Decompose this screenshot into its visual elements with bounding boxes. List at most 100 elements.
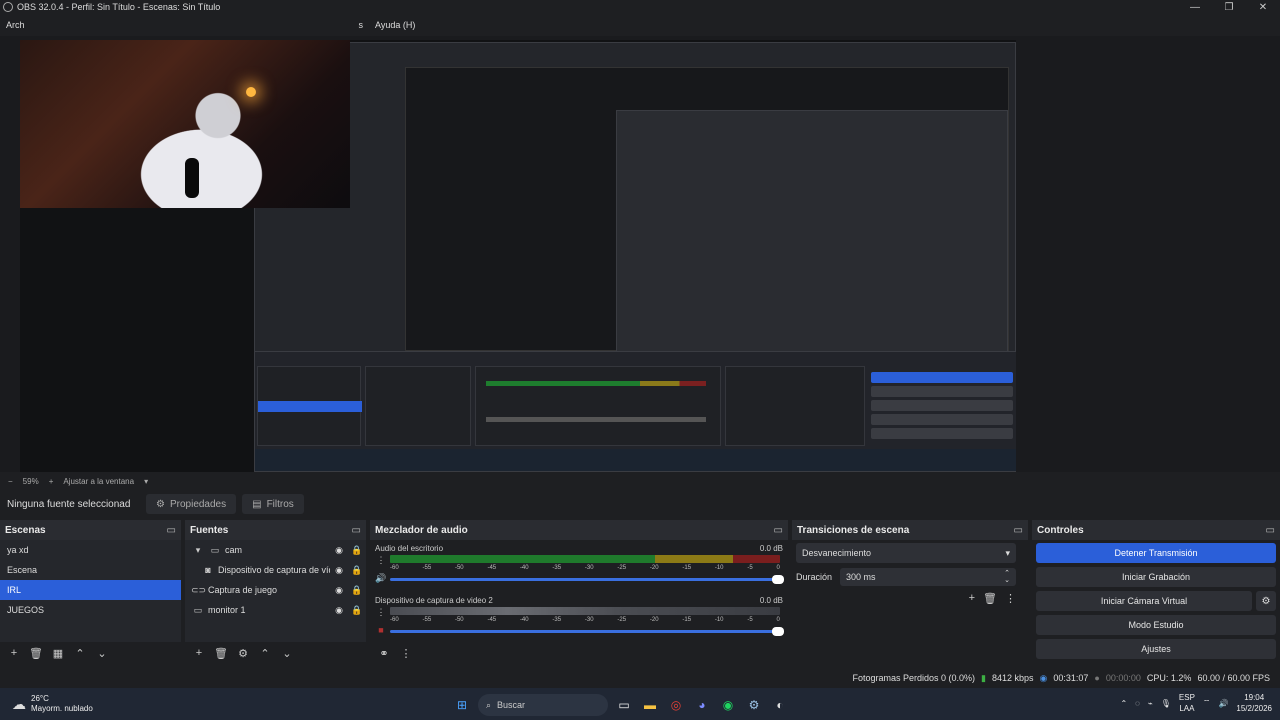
meter-tick: -25 [617,617,627,623]
sources-list: ▾ ▭ cam ◉ 🔒 ◙ Dispositivo de captura de … [185,540,366,642]
kebab-menu-icon[interactable]: ⋮ [375,607,387,618]
lock-icon[interactable]: 🔒 [348,605,366,616]
kebab-menu-icon[interactable]: ⋮ [375,555,387,566]
obs-icon[interactable]: ◐ [770,695,790,715]
dock-menu-icon[interactable]: ▭ [1014,525,1023,536]
chrome-icon[interactable]: ◎ [666,695,686,715]
dock-menu-icon[interactable]: ▭ [167,525,176,536]
clock[interactable]: 19:04 15/2/2026 [1236,692,1272,714]
transitions-title: Transiciones de escena [797,524,910,536]
network-icon[interactable]: ⌁ [1148,699,1153,708]
source-item[interactable]: ◙ Dispositivo de captura de víd ◉ 🔒 [185,560,366,580]
scene-item[interactable]: Escena [0,560,181,580]
scene-item[interactable]: ya xd [0,540,181,560]
transition-select[interactable]: Desvanecimiento ▾ [796,543,1016,563]
mute-icon[interactable]: ■ [375,625,387,635]
transition-tools: + 🗑 ⋮ [969,592,1016,605]
dock-menu-icon[interactable]: ▭ [352,525,361,536]
trash-icon[interactable]: 🗑 [27,647,45,660]
volume-slider[interactable] [390,575,784,584]
lock-icon[interactable]: 🔒 [348,545,366,556]
eye-icon[interactable]: ◉ [330,585,348,596]
meter-tick: -45 [487,617,497,623]
properties-button[interactable]: ⚙ Propiedades [146,494,237,514]
meter-tick: -55 [422,565,432,571]
taskbar-search[interactable]: ⌕ Buscar [478,694,608,716]
studio-mode-button[interactable]: Modo Estudio [1036,615,1276,635]
dock-menu-icon[interactable]: ▭ [1266,525,1275,536]
preview-area[interactable] [0,36,1280,472]
add-transition-button[interactable]: + [969,592,975,605]
start-recording-button[interactable]: Iniciar Grabación [1036,567,1276,587]
eye-icon[interactable]: ◉ [330,605,348,616]
task-view-icon[interactable]: ▭ [614,695,634,715]
menu-help[interactable]: Ayuda (H) [369,20,421,30]
filter-icon[interactable]: ▦ [49,647,67,660]
move-up-icon[interactable]: ⌃ [256,647,274,660]
zoom-in-button[interactable]: + [49,477,54,486]
source-label: Dispositivo de captura de víd [218,565,330,575]
fit-label[interactable]: Ajustar a la ventana [63,477,134,486]
preview-canvas[interactable] [20,40,1016,472]
eye-icon[interactable]: ◉ [330,565,348,576]
move-down-icon[interactable]: ⌄ [278,647,296,660]
microphone-icon[interactable]: 🎙 [1161,699,1171,708]
source-item[interactable]: ▭ monitor 1 ◉ 🔒 [185,600,366,620]
menu-file[interactable]: Arch [0,20,31,30]
microphone-shape [185,158,199,198]
dock-menu-icon[interactable]: ▭ [774,525,783,536]
tray-app-icon[interactable]: ◌ [1135,699,1140,708]
language-indicator[interactable]: ESP LAA [1179,692,1195,714]
transitions-header: Transiciones de escena ▭ [792,520,1028,540]
properties-label: Propiedades [169,498,227,510]
settings-button[interactable]: Ajustes [1036,639,1276,659]
source-label: cam [225,545,243,555]
discord-icon[interactable]: ◕ [692,695,712,715]
scene-item[interactable]: JUEGOS [0,600,181,620]
meter-tick: -40 [519,617,529,623]
spin-arrows-icon[interactable]: ⌃ ⌄ [1004,570,1010,584]
spotify-icon[interactable]: ◉ [718,695,738,715]
fit-dropdown-icon[interactable]: ▾ [144,477,148,486]
scene-item-selected[interactable]: IRL [0,580,181,600]
start-virtual-camera-button[interactable]: Iniciar Cámara Virtual [1036,591,1252,611]
zoom-level: 59% [22,476,39,486]
trash-icon[interactable]: 🗑 [212,647,230,660]
link-icon[interactable]: ⚭ [375,647,393,660]
folder-icon: ▭ [210,544,220,555]
meter-tick: -50 [454,565,464,571]
lock-icon[interactable]: 🔒 [348,565,366,576]
filters-button[interactable]: ▤ Filtros [242,494,304,514]
trash-icon[interactable]: 🗑 [983,592,997,605]
close-icon[interactable]: ✕ [1246,2,1280,13]
file-explorer-icon[interactable]: ▬ [640,695,660,715]
tray-chevron-icon[interactable]: ⌃ [1120,699,1127,708]
windows-start-icon[interactable]: ⊞ [452,695,472,715]
source-item[interactable]: ▾ ▭ cam ◉ 🔒 [185,540,366,560]
zoom-out-button[interactable]: − [8,477,13,486]
move-down-icon[interactable]: ⌄ [93,647,111,660]
minimize-icon[interactable]: — [1178,2,1212,13]
wifi-icon[interactable]: ⌔ [1203,698,1211,708]
source-item[interactable]: ⊂⊃ Captura de juego ◉ 🔒 [185,580,366,600]
volume-slider[interactable] [390,627,784,636]
menu-partial[interactable]: s [353,20,370,30]
add-scene-button[interactable]: + [5,647,23,659]
gear-icon[interactable]: ⚙ [234,647,252,660]
move-up-icon[interactable]: ⌃ [71,647,89,660]
kebab-menu-icon[interactable]: ⋮ [1005,592,1016,605]
window-title: OBS 32.0.4 - Perfil: Sin Título - Escena… [17,2,221,12]
steam-icon[interactable]: ⚙ [744,695,764,715]
chevron-down-icon[interactable]: ▾ [191,545,205,556]
restore-icon[interactable]: ❐ [1212,2,1246,13]
speaker-icon[interactable]: 🔊 [375,573,387,584]
kebab-menu-icon[interactable]: ⋮ [397,647,415,660]
add-source-button[interactable]: + [190,647,208,659]
duration-input[interactable]: 300 ms ⌃ ⌄ [840,568,1016,586]
stop-streaming-button[interactable]: Detener Transmisión [1036,543,1276,563]
volume-icon[interactable]: 🔊 [1218,699,1228,708]
lock-icon[interactable]: 🔒 [348,585,366,596]
virtual-camera-settings-button[interactable]: ⚙ [1256,591,1276,611]
weather-widget[interactable]: ☁ 26°C Mayorm. nublado [0,694,300,714]
eye-icon[interactable]: ◉ [330,545,348,556]
